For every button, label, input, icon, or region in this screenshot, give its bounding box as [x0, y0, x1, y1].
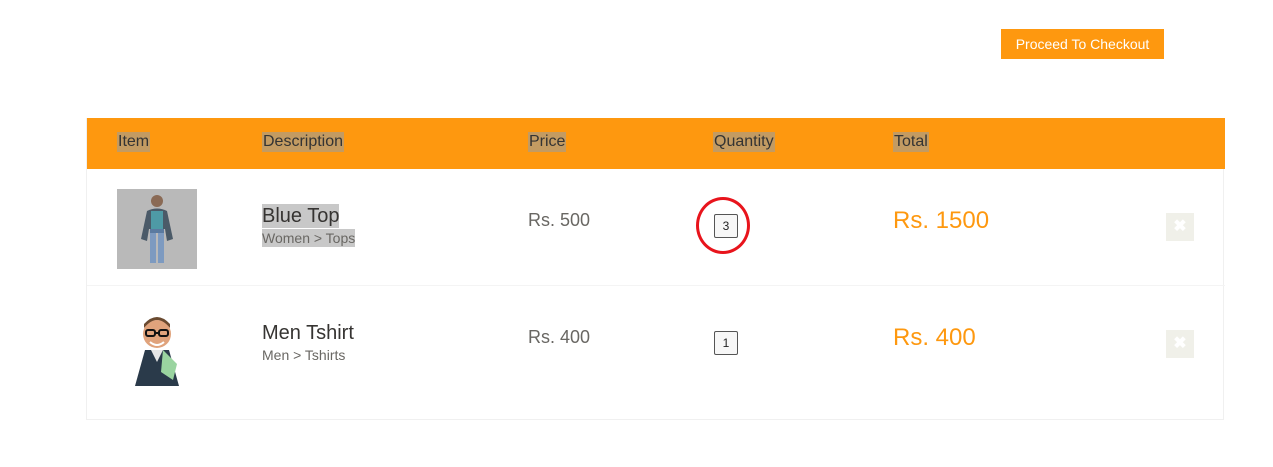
cart-row: Blue Top Women > Tops Rs. 500 3 Rs. 1500… — [87, 169, 1225, 286]
product-image-men-tshirt[interactable] — [117, 306, 197, 386]
product-price: Rs. 500 — [528, 210, 591, 230]
close-icon[interactable]: ✖ — [1166, 330, 1194, 358]
header-price: Price — [528, 132, 567, 152]
quantity-field[interactable]: 3 — [714, 214, 738, 238]
row-total: Rs. 400 — [893, 324, 976, 351]
header-quantity: Quantity — [713, 132, 775, 152]
product-image-blue-top[interactable] — [117, 189, 197, 269]
product-category: Women > Tops — [262, 229, 356, 247]
header-total: Total — [893, 132, 929, 152]
product-category: Men > Tshirts — [262, 347, 346, 363]
cart-table-header: Item Description Price Quantity Total — [87, 118, 1225, 169]
product-name[interactable]: Men Tshirt — [262, 321, 354, 345]
close-icon[interactable]: ✖ — [1166, 213, 1194, 241]
quantity-field[interactable]: 1 — [714, 331, 738, 355]
cart-row: Men Tshirt Men > Tshirts Rs. 400 1 Rs. 4… — [87, 286, 1225, 402]
product-name[interactable]: Blue Top — [262, 204, 340, 228]
header-description: Description — [262, 132, 345, 152]
header-item: Item — [117, 132, 151, 152]
product-price: Rs. 400 — [528, 327, 591, 347]
row-total: Rs. 1500 — [893, 207, 990, 234]
cart-table: Item Description Price Quantity Total Bl… — [86, 118, 1225, 420]
proceed-to-checkout-button[interactable]: Proceed To Checkout — [1001, 29, 1164, 59]
